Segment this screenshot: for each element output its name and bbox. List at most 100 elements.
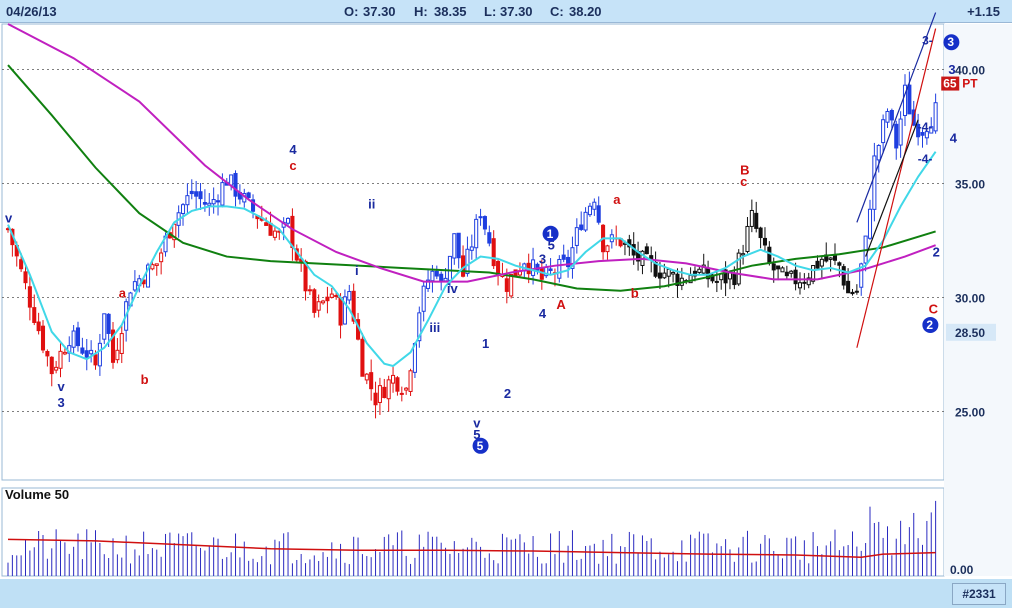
candle-body (579, 224, 584, 230)
candle-body (369, 372, 374, 390)
candle-body (180, 204, 186, 214)
candle-body (587, 205, 592, 216)
candle-body (75, 327, 81, 347)
candle-body (758, 227, 763, 239)
candle-body (347, 291, 352, 301)
candle-body (452, 233, 457, 259)
candle-body (391, 374, 396, 384)
candle-body (867, 208, 873, 239)
candle-body (762, 237, 768, 246)
candle-body (286, 217, 291, 224)
candle-body (364, 373, 369, 381)
chart-id-badge[interactable]: #2331 (952, 583, 1006, 605)
wave-label: b (141, 372, 149, 387)
candle-body (307, 289, 312, 292)
candle-body (504, 278, 509, 292)
candle-body (404, 387, 409, 391)
candle-body (574, 227, 579, 246)
y-tick-label: 30.00 (955, 292, 985, 306)
candle-body (229, 174, 234, 186)
price-target-suffix: PT (962, 77, 978, 91)
candle-body (32, 307, 37, 323)
candle-body (478, 216, 483, 219)
candle-body (447, 255, 452, 281)
candle-body (430, 270, 435, 282)
candle-body (386, 379, 391, 400)
wave-circle-label: 1 (547, 227, 554, 241)
candle-body (325, 296, 330, 302)
candle-body (97, 342, 102, 367)
wave-label: 2 (933, 245, 940, 260)
volume-label: Volume 50 (5, 487, 69, 502)
candle-body (697, 268, 702, 273)
candle-body (797, 282, 803, 289)
candle-body (666, 268, 671, 277)
candle-body (119, 333, 124, 354)
y-tick-label: 25.00 (955, 406, 985, 420)
candle-body (727, 272, 733, 280)
candle-body (54, 366, 59, 371)
candle-body (872, 155, 877, 210)
wave-circle-label: 2 (926, 318, 933, 332)
wave-label: a (119, 286, 127, 301)
candle-body (290, 215, 295, 249)
time-axis-bar (0, 579, 1012, 608)
wave-label: 4 (289, 142, 297, 157)
candle-body (439, 273, 444, 281)
candle-body (150, 264, 155, 270)
candle-body (907, 84, 912, 115)
current-price-label: 28.50 (955, 326, 985, 340)
candle-body (456, 232, 461, 259)
candle-body (321, 300, 326, 304)
candle-body (373, 392, 378, 406)
candle-body (45, 351, 50, 357)
candle-body (194, 191, 199, 197)
candle-body (933, 102, 938, 132)
candle-body (469, 246, 474, 251)
candle-body (767, 246, 772, 264)
candle-body (780, 267, 785, 273)
candle-body (732, 273, 737, 286)
candle-body (220, 182, 225, 206)
candle-body (395, 377, 400, 392)
candle-body (605, 245, 610, 253)
candle-body (815, 260, 820, 269)
candle-body (185, 195, 190, 206)
candle-body (854, 290, 859, 293)
wave-circle-label: 5 (477, 439, 484, 453)
wave-label: c (289, 158, 296, 173)
candle-body (474, 218, 479, 249)
wave-label: c (740, 174, 747, 189)
candle-body (115, 349, 120, 361)
candle-body (202, 202, 207, 205)
candle-body (776, 265, 781, 270)
wave-label: iv (447, 281, 459, 296)
candle-body (583, 211, 588, 231)
candle-body (841, 266, 846, 286)
candle-body (741, 253, 746, 256)
candle-body (27, 286, 32, 308)
candle-body (832, 255, 838, 261)
wave-label: C (929, 302, 939, 317)
volume-tick-label: 0.00 (950, 563, 974, 577)
candle-body (745, 225, 750, 253)
wave-label: b (631, 286, 639, 301)
candle-body (662, 272, 667, 279)
candle-body (749, 209, 754, 227)
candle-body (80, 347, 85, 354)
candle-body (644, 246, 649, 255)
candle-body (465, 248, 470, 275)
candle-body (211, 199, 216, 205)
candle-body (771, 263, 776, 271)
candle-body (316, 301, 321, 311)
candle-body (93, 354, 98, 366)
y-tick-label: 35.00 (955, 178, 985, 192)
candle-body (71, 330, 76, 348)
candle-body (377, 385, 382, 403)
candle-body (850, 291, 855, 295)
candle-body (846, 280, 851, 294)
candle-body (671, 271, 676, 275)
wave-label: iii (429, 320, 440, 335)
candle-body (754, 212, 759, 229)
candle-body (898, 118, 903, 146)
